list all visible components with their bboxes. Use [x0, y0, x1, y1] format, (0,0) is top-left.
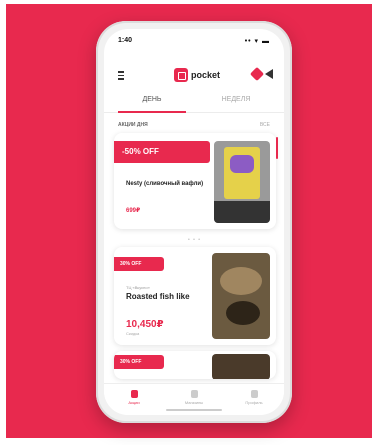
tab-day[interactable]: ДЕНЬ	[122, 96, 182, 103]
discount-badge: 30% OFF	[114, 257, 164, 271]
deal-price: 10,450₽	[126, 319, 164, 330]
see-all-link[interactable]: ВСЕ	[260, 122, 270, 128]
nav-item-profile[interactable]: Профиль	[234, 390, 274, 405]
food-image	[212, 253, 270, 339]
discount-badge: -50% OFF	[114, 141, 210, 163]
app-bar: pocket	[104, 65, 284, 87]
deal-card[interactable]: -50% OFF Nesty (сливочный вафли) 699₽	[114, 133, 276, 229]
product-image	[214, 141, 270, 223]
deal-store: ТЦ «Вкусно»	[126, 285, 150, 290]
card-scroll-indicator	[276, 137, 278, 159]
stores-icon	[190, 390, 198, 398]
tab-bar: ДЕНЬ НЕДЕЛЯ	[104, 91, 284, 113]
deal-price: 699₽	[126, 208, 141, 214]
nav-item-deals[interactable]: Акции	[114, 390, 154, 405]
notification-icon[interactable]	[265, 69, 273, 79]
deal-card[interactable]: 30% OFF ТЦ «Вкусно» Roasted fish like 10…	[114, 247, 276, 345]
profile-icon	[250, 390, 258, 398]
signal-icons: •• ▾ ▬	[244, 38, 270, 45]
deal-title: Nesty (сливочный вафли)	[126, 181, 204, 187]
app-logo: pocket	[174, 67, 220, 83]
nav-label: Профиль	[245, 400, 263, 405]
tab-week[interactable]: НЕДЕЛЯ	[206, 96, 266, 103]
nav-item-stores[interactable]: Магазины	[174, 390, 214, 405]
home-indicator	[166, 409, 222, 411]
menu-icon[interactable]	[118, 69, 126, 81]
carousel-dots[interactable]: • • •	[188, 237, 201, 243]
deal-note: Скидка	[126, 331, 140, 336]
plate-shape	[220, 267, 262, 295]
nav-label: Магазины	[184, 400, 204, 405]
status-time: 1:40	[118, 37, 133, 44]
discount-badge: 30% OFF	[114, 355, 164, 369]
image-overlay	[214, 201, 270, 223]
bowl-shape	[226, 301, 260, 325]
deal-title: Roasted fish like	[126, 292, 190, 301]
section-label: АКЦИИ ДНЯ	[118, 122, 148, 128]
cart-icon[interactable]	[249, 66, 265, 82]
food-image	[212, 354, 270, 379]
nav-label: Акции	[128, 400, 140, 405]
deals-icon	[130, 390, 138, 398]
product-pack-image	[224, 147, 260, 199]
phone-screen: 1:40 •• ▾ ▬ pocket ДЕНЬ НЕДЕЛЯ АКЦИИ ДНЯ…	[104, 29, 284, 415]
logo-text: pocket	[191, 70, 221, 80]
status-bar: 1:40 •• ▾ ▬	[104, 29, 284, 51]
logo-mark-icon	[174, 68, 188, 82]
deal-card[interactable]: 30% OFF	[114, 351, 276, 379]
active-tab-indicator	[118, 111, 186, 113]
